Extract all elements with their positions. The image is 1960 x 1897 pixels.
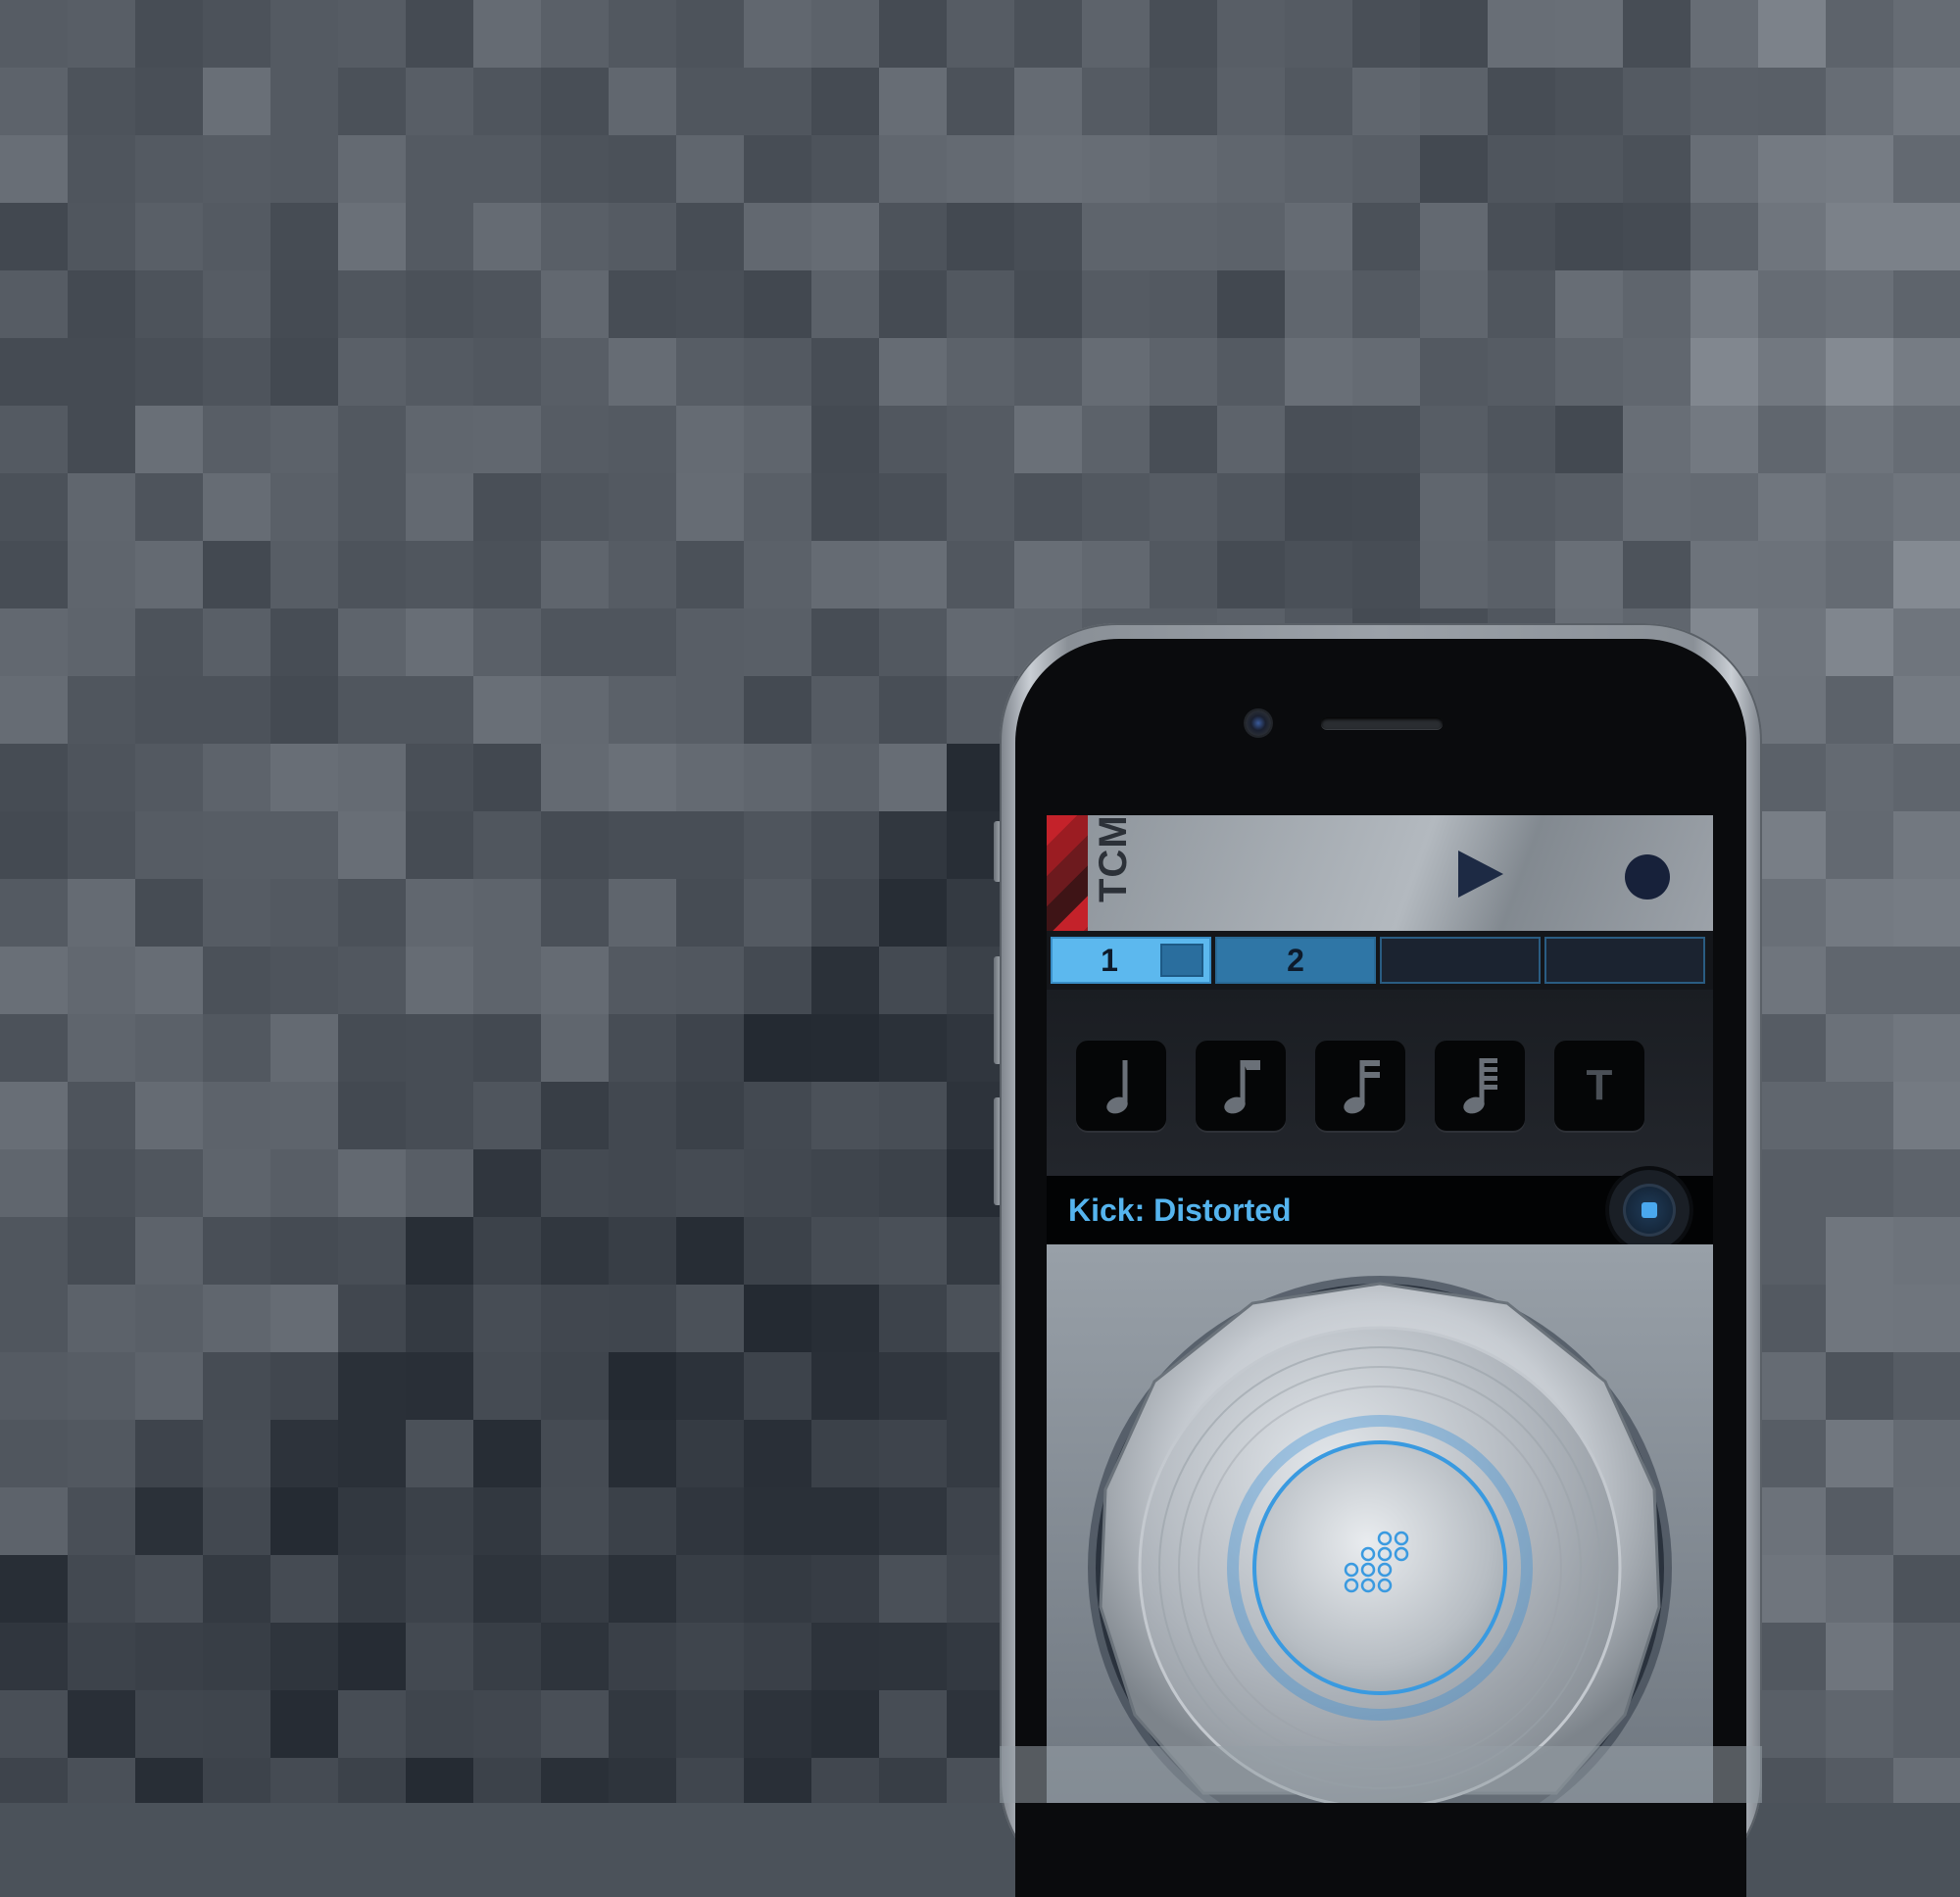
eighth-note-icon [1224, 1060, 1260, 1114]
stop-button-face [1623, 1184, 1676, 1237]
pattern-slot-label: 2 [1287, 942, 1304, 978]
note-resolution-bar: T [1047, 990, 1713, 1176]
earpiece-speaker [1321, 717, 1443, 729]
sound-name: Kick: Distorted [1068, 1192, 1292, 1228]
stop-button[interactable] [1609, 1170, 1690, 1250]
quarter-note-button[interactable] [1076, 1041, 1166, 1131]
thirty-second-note-button[interactable] [1435, 1041, 1525, 1131]
stop-icon [1642, 1202, 1657, 1218]
brand-stripe [1047, 815, 1088, 931]
play-icon[interactable] [1458, 851, 1503, 898]
quarter-note-icon [1106, 1060, 1128, 1114]
pattern-slot-2[interactable]: 2 [1215, 937, 1376, 984]
drum-pad-knob[interactable] [1047, 1244, 1713, 1803]
sound-info-bar: Kick: Distorted [1047, 1170, 1713, 1250]
pattern-slot-3[interactable] [1380, 937, 1541, 984]
app-logo: TCM [1092, 815, 1135, 902]
bottom-overlay-bar [1000, 1746, 1762, 1803]
transport-bar: TCM [1047, 815, 1713, 931]
triplet-label: T [1586, 1061, 1613, 1109]
pattern-length-handle[interactable] [1160, 944, 1203, 977]
pattern-slot-1[interactable]: 1 [1051, 937, 1211, 984]
pattern-slot-label: 1 [1101, 942, 1118, 978]
sixteenth-note-button[interactable] [1315, 1041, 1405, 1131]
sixteenth-note-icon [1344, 1060, 1380, 1114]
thirty-second-note-icon [1463, 1058, 1497, 1114]
pad-area [1047, 1244, 1713, 1803]
record-icon[interactable] [1625, 854, 1670, 900]
app-screen: TCM 1 2 T Kick: Distorted [1047, 815, 1713, 1803]
eighth-note-button[interactable] [1196, 1041, 1286, 1131]
front-camera [1246, 710, 1271, 736]
triplet-button[interactable]: T [1554, 1041, 1644, 1131]
pattern-slot-4[interactable] [1544, 937, 1705, 984]
